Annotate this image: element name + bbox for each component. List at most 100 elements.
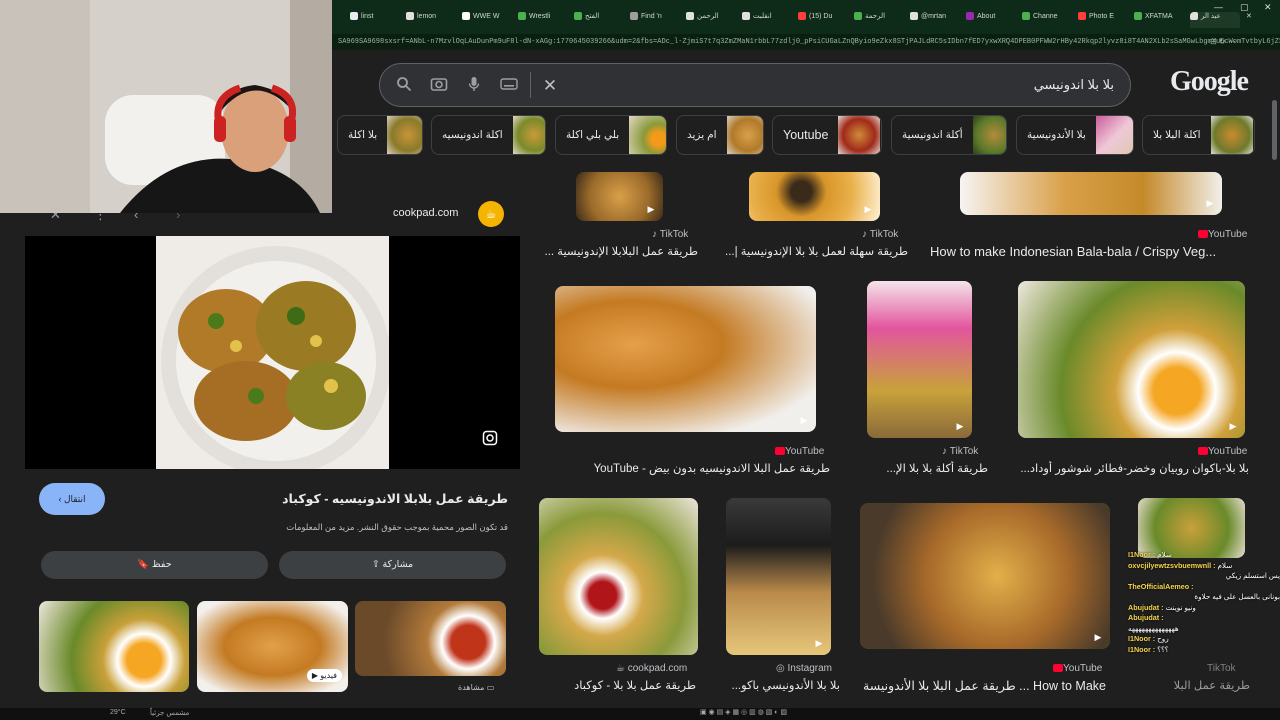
chip-label: أكلة اندونيسية <box>902 129 963 141</box>
taskbar-app-icons[interactable]: ▣ ◉ ▤ ◈ ▦ ◎ ▥ ◍ ▧ ◐ ▨ <box>700 708 787 716</box>
result-caption[interactable]: How to make Indonesian Bala-bala / Crisp… <box>930 244 1250 259</box>
address-bar[interactable]: SA969SA9698sxsrf=ANbL-n7MzvlOqLAuDunPm9u… <box>332 34 1280 50</box>
chip-label: Youtube <box>783 128 829 142</box>
search-input[interactable]: بلا بلا اندونيسي <box>1034 77 1114 93</box>
lens-search-icon[interactable] <box>481 430 499 448</box>
browser-tab[interactable]: (15) Du <box>798 12 844 28</box>
result-source: YouTube <box>1050 663 1102 674</box>
preview-image[interactable] <box>156 236 391 476</box>
bookmark-icon: 🔖 <box>137 559 152 570</box>
copyright-note[interactable]: قد تكون الصور محمية بموجب حقوق النشر. مز… <box>200 522 508 533</box>
chat-message: يس استسلم زيكي <box>1225 571 1280 580</box>
chat-message: بونانى بالعسل على فيه حلاوة <box>1194 592 1280 601</box>
panel-title[interactable]: طريقة عمل بلابلا الاندونيسيه - كوكباد <box>250 491 508 506</box>
chip[interactable]: ام يزيد <box>676 115 764 155</box>
chip-label: بلي بلي اكلة <box>566 129 620 141</box>
chip[interactable]: اكلة اندونيسيه <box>431 115 546 155</box>
share-button[interactable]: ⇪ مشاركة <box>279 551 506 579</box>
browser-tab[interactable]: @mrtan <box>910 12 956 28</box>
related-image[interactable]: ▶ فيديو <box>197 601 348 692</box>
result-thumbnail[interactable] <box>539 498 698 655</box>
search-icon[interactable] <box>394 76 414 96</box>
result-caption[interactable]: بلا بلا الأندونيسي باكو... <box>700 678 840 692</box>
browser-tab[interactable]: lemon <box>406 12 452 28</box>
chip-thumbnail <box>629 116 666 154</box>
result-source: YouTube <box>1195 229 1247 240</box>
save-button[interactable]: 🔖 حفظ <box>41 551 268 579</box>
chat-message: TheOfficialAemeo : <box>1128 581 1194 591</box>
related-image[interactable] <box>39 601 189 692</box>
result-caption[interactable]: طريقة عمل بلا بلا - كوكباد <box>540 678 696 692</box>
chip[interactable]: بلا الأندونيسية <box>1016 115 1134 155</box>
play-icon: ▶ <box>800 415 808 425</box>
play-icon: ▶ <box>815 638 823 648</box>
google-logo[interactable]: Google <box>1170 66 1249 98</box>
chip[interactable]: بلا اكلة <box>337 115 423 155</box>
play-icon: ▶ <box>1094 632 1102 642</box>
browser-tab[interactable]: linst <box>350 12 396 28</box>
result-caption[interactable]: طريقة عمل البلا الاندونيسيه بدون بيض - Y… <box>540 461 830 475</box>
chip[interactable]: Youtube <box>772 115 882 155</box>
play-icon: ▶ <box>1229 421 1237 431</box>
weather-status[interactable]: مشمس جزئياً <box>150 709 189 717</box>
browser-tab[interactable]: الفتح <box>574 12 620 28</box>
os-taskbar: 29°C مشمس جزئياً ▣ ◉ ▤ ◈ ▦ ◎ ▥ ◍ ▧ ◐ ▨ <box>0 708 1280 720</box>
chip[interactable]: اكلة البلا بلا <box>1142 115 1255 155</box>
related-more-label[interactable]: مشاهدة ▭ <box>458 683 494 692</box>
chip-thumbnail <box>1095 116 1133 154</box>
minimize-icon[interactable]: — <box>1214 2 1223 12</box>
keyboard-icon[interactable] <box>499 76 519 96</box>
browser-tab[interactable]: الرحمن <box>686 12 732 28</box>
chat-message: ههههههههههههههه <box>1128 623 1179 633</box>
browser-tab[interactable]: Find 'n <box>630 12 676 28</box>
chip[interactable]: أكلة اندونيسية <box>891 115 1007 155</box>
close-window-icon[interactable]: ✕ <box>1264 2 1272 13</box>
results-scrollbar[interactable] <box>1272 100 1277 160</box>
search-box[interactable]: ✕ بلا بلا اندونيسي <box>379 63 1131 107</box>
address-bar-actions-icon[interactable]: ⊟ ↻ ⋯ <box>1210 37 1236 46</box>
microphone-icon[interactable] <box>464 76 484 96</box>
result-caption[interactable]: بلا بلا-باكوان روبيان وخضر-فطائر شوشور أ… <box>1012 461 1249 475</box>
result-caption[interactable]: طريقة عمل البلابلا الإندونيسية ... <box>540 244 698 258</box>
result-caption[interactable]: طريقة أكلة بلا بلا الإ... <box>853 461 988 475</box>
browser-tab[interactable]: Wrestli <box>518 12 564 28</box>
chat-message: I1Noor : ؟؟؟ <box>1128 644 1169 654</box>
result-source: TikTok ♪ <box>652 229 689 240</box>
chip-thumbnail <box>972 116 1006 154</box>
camera-search-icon[interactable] <box>429 76 449 96</box>
browser-tab[interactable]: Channe <box>1022 12 1068 28</box>
browser-tab[interactable]: Photo E <box>1078 12 1124 28</box>
chat-message: I1Noor : سلام <box>1128 550 1172 559</box>
result-thumbnail[interactable]: ▶ <box>749 172 880 221</box>
maximize-icon[interactable]: ▢ <box>1240 2 1249 13</box>
result-caption[interactable]: طريقة سهلة لعمل بلا بلا الإندونيسية |... <box>722 244 908 258</box>
browser-tab-active[interactable]: عبد الر <box>1190 12 1240 28</box>
result-source: TikTok ♪ <box>862 229 899 240</box>
result-thumbnail[interactable]: ▶ <box>860 503 1110 649</box>
result-thumbnail[interactable]: ▶ <box>867 281 972 438</box>
chip[interactable]: بلي بلي اكلة <box>555 115 667 155</box>
result-caption[interactable]: How to Make ... طريقة عمل البلا بلا الأن… <box>862 678 1106 693</box>
clear-search-icon[interactable]: ✕ <box>540 76 560 96</box>
weather-temp[interactable]: 29°C <box>110 709 126 716</box>
close-tab-icon[interactable]: ✕ <box>1246 12 1256 28</box>
browser-tab[interactable]: WWE W <box>462 12 508 28</box>
browser-tab[interactable]: الرحمة <box>854 12 900 28</box>
result-thumbnail[interactable]: ▶ <box>555 286 816 432</box>
result-thumbnail[interactable]: ▶ <box>960 172 1222 215</box>
browser-tab[interactable]: انقلبت <box>742 12 788 28</box>
browser-tab[interactable]: About <box>966 12 1012 28</box>
browser-tab[interactable]: XFATMA <box>1134 12 1180 28</box>
play-icon: ▶ <box>956 421 964 431</box>
play-icon: ▶ <box>647 204 655 214</box>
result-source: YouTube <box>1195 446 1247 457</box>
related-image[interactable] <box>355 601 506 676</box>
panel-source-name[interactable]: cookpad.com <box>393 207 458 219</box>
result-thumbnail[interactable]: ▶ <box>1018 281 1245 438</box>
stream-chat-overlay: I1Noor : سلام oxvcjilyewtzsvbuemwnll : س… <box>1128 550 1280 715</box>
result-thumbnail[interactable]: ▶ <box>576 172 663 221</box>
result-source: Instagram ◎ <box>776 663 832 674</box>
visit-button[interactable]: ‹ انتقال <box>39 483 105 515</box>
result-thumbnail[interactable] <box>1138 498 1245 558</box>
result-thumbnail[interactable]: ▶ <box>726 498 831 655</box>
